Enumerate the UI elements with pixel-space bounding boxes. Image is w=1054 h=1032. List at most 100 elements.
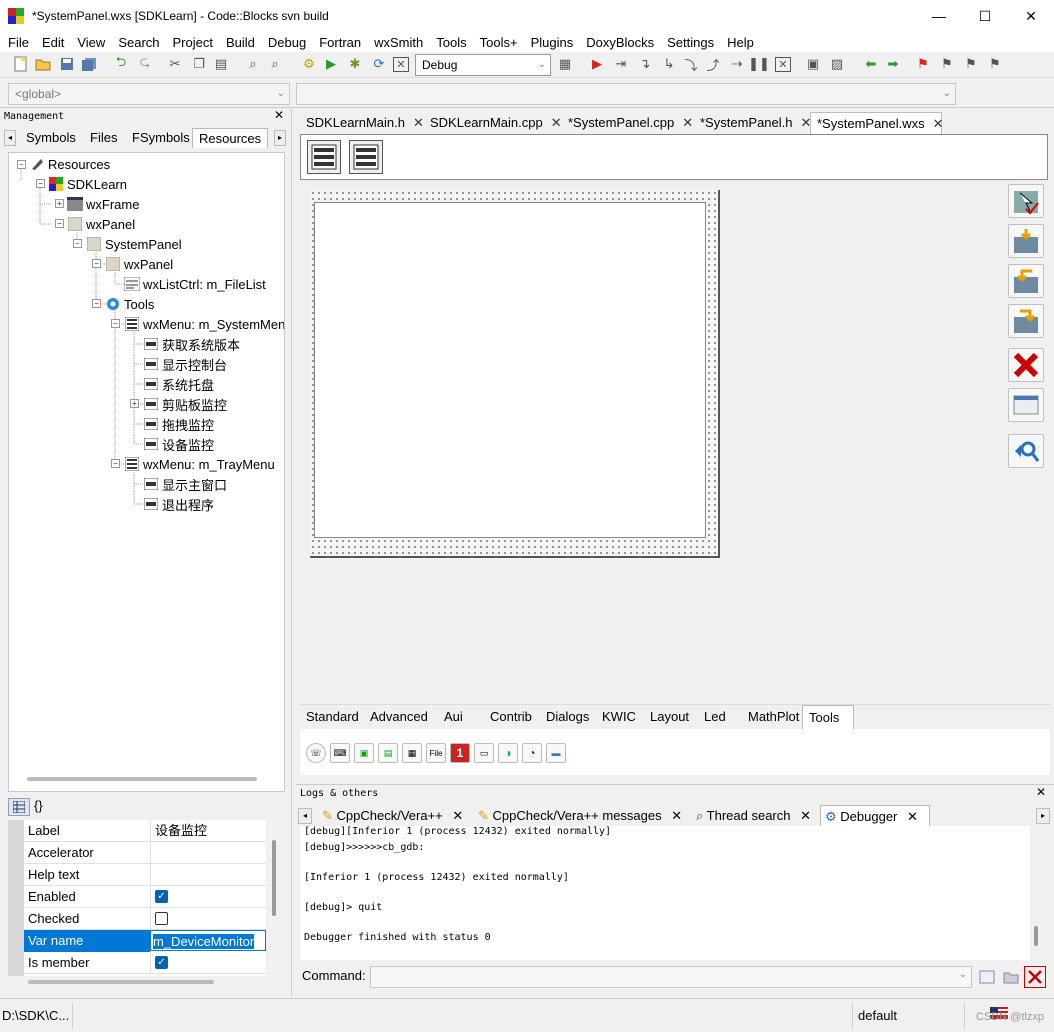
log-tab-cppcheck[interactable]: ✎ CppCheck/Vera++ ✕: [318, 805, 463, 827]
collapse-systemmenu-icon[interactable]: −: [111, 319, 120, 328]
tab-scroll-left-icon[interactable]: ◂: [4, 130, 16, 146]
tree-item-menu-entry[interactable]: 显示主窗口: [143, 474, 227, 494]
tree-item-menu-entry[interactable]: 剪贴板监控: [143, 394, 227, 414]
tree-item-menu-entry[interactable]: 拖拽监控: [143, 414, 214, 434]
taskbar-component-icon[interactable]: ▬: [546, 743, 566, 763]
command-input[interactable]: ⌄: [370, 966, 972, 988]
palette-tab-tools[interactable]: Tools: [802, 705, 854, 729]
palette-tab-dialogs[interactable]: Dialogs: [540, 705, 589, 729]
log-tab-cppcheck-messages[interactable]: ✎ CppCheck/Vera++ messages ✕: [474, 805, 682, 827]
menu-settings[interactable]: Settings: [659, 35, 719, 50]
preview-icon[interactable]: [1008, 388, 1044, 422]
editor-tab[interactable]: SDKLearnMain.h ✕: [300, 112, 424, 134]
enabled-checkbox[interactable]: ✓: [155, 890, 168, 903]
menu-search[interactable]: Search: [110, 35, 164, 50]
menu-fortran[interactable]: Fortran: [311, 35, 366, 50]
redo-icon[interactable]: ⮎: [136, 54, 154, 73]
palette-tab-mathplot[interactable]: MathPlot: [742, 705, 799, 729]
menu-edit[interactable]: Edit: [34, 35, 69, 50]
menu-project[interactable]: Project: [165, 35, 218, 50]
build-target-select[interactable]: Debug ⌄: [415, 54, 551, 76]
stopwatch-component-icon[interactable]: ⌨: [330, 743, 350, 763]
replace-icon[interactable]: ⌕: [266, 55, 284, 73]
build-and-run-icon[interactable]: ✱: [346, 55, 364, 73]
tree-item-menu-entry[interactable]: 退出程序: [143, 494, 214, 514]
menu-debug[interactable]: Debug: [260, 35, 311, 50]
tree-item-wxframe[interactable]: wxFrame: [67, 194, 139, 214]
log-tab-scroll-left-icon[interactable]: ◂: [298, 808, 312, 824]
file-dialog-component-icon[interactable]: File: [426, 743, 446, 763]
debug-start-icon[interactable]: ▶: [588, 55, 606, 73]
close-icon[interactable]: ✕: [671, 808, 682, 823]
insert-after-icon[interactable]: [1008, 264, 1044, 298]
tree-item-menu-entry-selected[interactable]: 设备监控: [143, 434, 214, 454]
tree-horizontal-scrollbar[interactable]: [27, 777, 257, 781]
prop-row-is-member[interactable]: Is member ✓: [24, 952, 266, 974]
tray-menu-component-icon[interactable]: [349, 140, 383, 174]
tree-item-sdklearn[interactable]: SDKLearn: [48, 174, 127, 194]
menu-tools-plus[interactable]: Tools+: [472, 35, 523, 50]
rebuild-icon[interactable]: ⟳: [370, 55, 388, 73]
pause-icon[interactable]: ❚❚: [748, 55, 770, 73]
open-file-icon[interactable]: [34, 55, 52, 73]
save-icon[interactable]: [58, 55, 76, 73]
prop-value[interactable]: [150, 864, 266, 885]
close-icon[interactable]: ✕: [452, 808, 463, 823]
menu-doxyblocks[interactable]: DoxyBlocks: [578, 35, 659, 50]
next-instruction-icon[interactable]: ↳: [660, 55, 678, 73]
step-icon[interactable]: ⇢: [728, 55, 746, 73]
tree-item-tools[interactable]: Tools: [105, 294, 154, 314]
next-bookmark-icon[interactable]: ⚑: [962, 55, 980, 73]
toolbar-component-icon[interactable]: ▤: [378, 743, 398, 763]
tree-item-inner-wxpanel[interactable]: wxPanel: [105, 254, 173, 274]
property-vertical-scrollbar[interactable]: [272, 840, 276, 916]
editor-tab[interactable]: SDKLearnMain.cpp ✕: [424, 112, 562, 134]
command-folder-icon[interactable]: [1002, 968, 1020, 986]
select-target-icon[interactable]: ▦: [556, 55, 574, 73]
delete-icon[interactable]: [1008, 348, 1044, 382]
var-name-input[interactable]: m_DeviceMonitor: [153, 934, 255, 949]
image-component-icon[interactable]: ▭: [474, 743, 494, 763]
tree-item-wxpanel[interactable]: wxPanel: [67, 214, 135, 234]
timer-component-icon[interactable]: ☏: [306, 743, 326, 763]
checked-checkbox[interactable]: [155, 912, 168, 925]
collapse-tools-icon[interactable]: −: [92, 299, 101, 308]
editor-tab[interactable]: *SystemPanel.cpp ✕: [562, 112, 693, 134]
tree-item-menu-entry[interactable]: 显示控制台: [143, 354, 227, 374]
cut-icon[interactable]: ✂: [166, 55, 184, 73]
prop-row-checked[interactable]: Checked: [24, 908, 266, 930]
tree-item-menu-entry[interactable]: 系统托盘: [143, 374, 214, 394]
stop-debug-icon[interactable]: ✕: [774, 55, 792, 73]
tree-item-listctrl[interactable]: wxListCtrl: m_FileList: [124, 274, 266, 294]
tree-item-menu-entry[interactable]: 获取系统版本: [143, 334, 240, 354]
paste-icon[interactable]: ▤: [212, 55, 230, 73]
find-icon[interactable]: ⌕: [244, 55, 262, 73]
undo-icon[interactable]: ⮌: [112, 54, 130, 73]
collapse-wxpanel-icon[interactable]: −: [55, 219, 64, 228]
scope-select[interactable]: <global> ⌄: [8, 83, 290, 105]
expand-clipboard-icon[interactable]: +: [130, 399, 139, 408]
design-panel[interactable]: [314, 202, 706, 538]
menu-tools[interactable]: Tools: [428, 35, 471, 50]
prop-value[interactable]: [150, 842, 266, 863]
palette-tab-layout[interactable]: Layout: [644, 705, 689, 729]
quick-properties-icon[interactable]: [1008, 434, 1044, 468]
maximize-button[interactable]: ☐: [962, 0, 1008, 32]
prop-row-help-text[interactable]: Help text: [24, 864, 266, 886]
menu-component-palette-icon[interactable]: ▦: [402, 743, 422, 763]
symbol-select[interactable]: ⌄: [296, 83, 956, 105]
clear-bookmarks-icon[interactable]: ⚑: [986, 55, 1004, 73]
collapse-inner-wxpanel-icon[interactable]: −: [92, 259, 101, 268]
editor-tab-active[interactable]: *SystemPanel.wxs ✕: [810, 112, 944, 134]
tree-item-resources[interactable]: Resources: [29, 154, 110, 174]
collapse-systempanel-icon[interactable]: −: [73, 239, 82, 248]
number-component-icon[interactable]: 1: [450, 743, 470, 763]
command-clear-icon[interactable]: [1024, 966, 1046, 988]
insert-parent-icon[interactable]: [1008, 304, 1044, 338]
collapse-sdklearn-icon[interactable]: −: [36, 179, 45, 188]
events-mode-button[interactable]: {}: [34, 798, 43, 813]
palette-tab-standard[interactable]: Standard: [300, 705, 359, 729]
collapse-resources-icon[interactable]: −: [17, 160, 26, 169]
log-tab-scroll-right-icon[interactable]: ▸: [1036, 808, 1050, 824]
run-to-cursor-icon[interactable]: ⇥: [612, 55, 630, 73]
